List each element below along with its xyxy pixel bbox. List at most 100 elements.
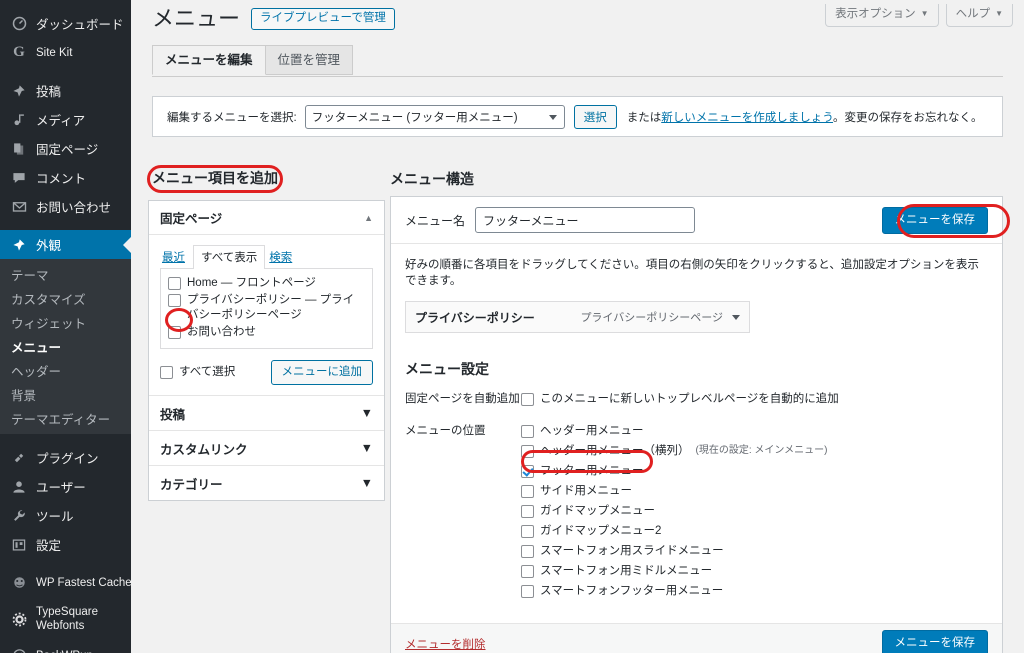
tab-edit-menu[interactable]: メニューを編集 xyxy=(152,45,266,75)
save-menu-button-top[interactable]: メニューを保存 xyxy=(881,207,988,234)
mini-tab-recent[interactable]: 最近 xyxy=(160,247,191,268)
list-item[interactable]: プライバシーポリシー — プライバシーポリシーページ xyxy=(168,292,365,324)
location-checkbox-smartphone-footer-menu[interactable] xyxy=(521,585,534,598)
accordion-header-posts[interactable]: 投稿 ▼ xyxy=(149,395,384,430)
pages-panel-footer: すべて選択 メニューに追加 xyxy=(160,360,373,385)
select-all-label: すべて選択 xyxy=(179,366,236,378)
menu-name-input[interactable]: フッターメニュー xyxy=(475,207,696,233)
location-row-smartphone-footer-menu[interactable]: スマートフォンフッター用メニュー xyxy=(521,581,988,601)
accordion-header-pages[interactable]: 固定ページ ▲ xyxy=(149,201,384,235)
page-checkbox-contact[interactable] xyxy=(168,326,181,339)
sidebar-subitem-header[interactable]: ヘッダー xyxy=(0,358,131,382)
location-row-footer-menu[interactable]: フッター用メニュー xyxy=(521,461,988,481)
location-checkbox-guidemap-menu-2[interactable] xyxy=(521,525,534,538)
sidebar-item-contact[interactable]: お問い合わせ xyxy=(0,192,131,221)
tab-manage-locations[interactable]: 位置を管理 xyxy=(264,45,354,75)
sidebar-subitem-theme-editor[interactable]: テーマエディター xyxy=(0,406,131,430)
location-row-guidemap-menu[interactable]: ガイドマップメニュー xyxy=(521,501,988,521)
chevron-down-icon[interactable] xyxy=(732,315,740,320)
menu-name-row: メニュー名 フッターメニュー メニューを保存 xyxy=(391,197,1002,244)
accordion-title: カテゴリー xyxy=(160,477,223,492)
menu-item-privacy-policy[interactable]: プライバシーポリシー プライバシーポリシーページ xyxy=(405,301,750,333)
sidebar-item-posts[interactable]: 投稿 xyxy=(0,76,131,105)
auto-add-option-label: このメニューに新しいトップレベルページを自動的に追加 xyxy=(540,393,839,405)
menu-locations-list: ヘッダー用メニュー ヘッダー用メニュー（横列） (現在の設定: メインメニュー)… xyxy=(521,421,988,601)
location-row-guidemap-menu-2[interactable]: ガイドマップメニュー2 xyxy=(521,521,988,541)
sidebar-item-tools[interactable]: ツール xyxy=(0,501,131,530)
sidebar-item-label: 外観 xyxy=(36,239,62,253)
accordion-header-categories[interactable]: カテゴリー ▼ xyxy=(149,465,384,500)
location-checkbox-guidemap-menu[interactable] xyxy=(521,505,534,518)
tab-label: 位置を管理 xyxy=(277,53,341,67)
add-menu-items-heading: メニュー項目を追加 xyxy=(152,170,278,186)
select-menu-button[interactable]: 選択 xyxy=(573,104,617,129)
add-to-menu-button[interactable]: メニューに追加 xyxy=(270,360,373,385)
location-checkbox-smartphone-slide-menu[interactable] xyxy=(521,545,534,558)
location-checkbox-header-menu-row[interactable] xyxy=(521,445,534,458)
mini-tab-search[interactable]: 検索 xyxy=(267,247,298,268)
select-all-checkbox[interactable] xyxy=(160,366,173,379)
sidebar-subitem-widgets[interactable]: ウィジェット xyxy=(0,310,131,334)
menu-settings-heading: メニュー設定 xyxy=(405,361,489,377)
sidebar-subitem-background[interactable]: 背景 xyxy=(0,382,131,406)
location-label: ヘッダー用メニュー xyxy=(540,425,644,437)
location-row-smartphone-middle-menu[interactable]: スマートフォン用ミドルメニュー xyxy=(521,561,988,581)
location-label: スマートフォン用ミドルメニュー xyxy=(540,565,713,577)
sidebar-item-dashboard[interactable]: ダッシュボード xyxy=(0,9,131,38)
sidebar-item-media[interactable]: メディア xyxy=(0,105,131,134)
sidebar-item-backwpup[interactable]: BackWPup xyxy=(0,641,131,653)
location-label: フッター用メニュー xyxy=(540,465,644,477)
location-row-header-menu[interactable]: ヘッダー用メニュー xyxy=(521,421,988,441)
help-button[interactable]: ヘルプ ▼ xyxy=(945,4,1013,27)
save-menu-button-bottom[interactable]: メニューを保存 xyxy=(881,630,988,653)
list-item[interactable]: Home — フロントページ xyxy=(168,275,365,292)
select-all-row[interactable]: すべて選択 xyxy=(160,365,235,380)
sidebar-item-site-kit[interactable]: G Site Kit xyxy=(0,38,131,67)
live-preview-button[interactable]: ライブプレビューで管理 xyxy=(251,8,395,30)
sidebar-item-pages[interactable]: 固定ページ xyxy=(0,134,131,163)
page-checkbox-privacy-policy[interactable] xyxy=(168,294,181,307)
sidebar-item-users[interactable]: ユーザー xyxy=(0,472,131,501)
mini-tab-view-all[interactable]: すべて表示 xyxy=(193,245,266,269)
cheetah-icon xyxy=(9,574,29,592)
location-row-smartphone-slide-menu[interactable]: スマートフォン用スライドメニュー xyxy=(521,541,988,561)
sidebar-item-typesquare-webfonts[interactable]: TypeSquare Webfonts xyxy=(0,597,131,641)
sidebar-subitem-themes[interactable]: テーマ xyxy=(0,262,131,286)
save-reminder-text: 。変更の保存をお忘れなく。 xyxy=(833,111,983,124)
location-checkbox-smartphone-middle-menu[interactable] xyxy=(521,565,534,578)
sidebar-item-plugins[interactable]: プラグイン xyxy=(0,443,131,472)
menu-select-dropdown[interactable]: フッターメニュー (フッター用メニュー) xyxy=(304,104,565,129)
mail-envelope-icon xyxy=(9,198,29,216)
sidebar-item-label: プラグイン xyxy=(36,452,99,466)
nav-tabs: メニューを編集 位置を管理 xyxy=(152,45,354,75)
sidebar-subitem-menus[interactable]: メニュー xyxy=(0,334,131,358)
main-content: 表示オプション ▼ ヘルプ ▼ メニュー ライブプレビューで管理 メニューを編集 位… xyxy=(131,0,1024,653)
auto-add-option-row[interactable]: このメニューに新しいトップレベルページを自動的に追加 xyxy=(521,389,988,409)
drag-hint-text: 好みの順番に各項目をドラッグしてください。項目の右側の矢印をクリックすると、追加… xyxy=(405,259,979,287)
sidebar-item-label: ツール xyxy=(36,510,74,524)
location-checkbox-side-menu[interactable] xyxy=(521,485,534,498)
sidebar-item-label: WP Fastest Cache xyxy=(36,576,131,589)
menu-item-title: プライバシーポリシー xyxy=(415,310,535,325)
location-checkbox-header-menu[interactable] xyxy=(521,425,534,438)
create-new-menu-link[interactable]: 新しいメニューを作成しましょう xyxy=(661,112,833,124)
page-checkbox-home[interactable] xyxy=(168,277,181,290)
location-label: スマートフォンフッター用メニュー xyxy=(540,585,724,597)
auto-add-checkbox[interactable] xyxy=(521,393,534,406)
sidebar-item-comments[interactable]: コメント xyxy=(0,163,131,192)
page-label: Home — フロントページ xyxy=(187,277,316,289)
delete-menu-link[interactable]: メニューを削除 xyxy=(405,636,486,652)
sidebar-subitem-customize[interactable]: カスタマイズ xyxy=(0,286,131,310)
sidebar-item-settings[interactable]: 設定 xyxy=(0,530,131,559)
location-checkbox-footer-menu[interactable] xyxy=(521,465,534,478)
or-text: または xyxy=(626,111,662,124)
list-item[interactable]: お問い合わせ xyxy=(168,324,365,341)
sidebar-item-appearance[interactable]: 外観 xyxy=(0,230,131,259)
screen-options-button[interactable]: 表示オプション ▼ xyxy=(825,4,939,27)
location-row-side-menu[interactable]: サイド用メニュー xyxy=(521,481,988,501)
location-row-header-menu-row[interactable]: ヘッダー用メニュー（横列） (現在の設定: メインメニュー) xyxy=(521,441,988,461)
sidebar-item-wp-fastest-cache[interactable]: WP Fastest Cache xyxy=(0,568,131,597)
sidebar-item-label: 設定 xyxy=(36,539,62,553)
accordion-header-custom-links[interactable]: カスタムリンク ▼ xyxy=(149,430,384,465)
